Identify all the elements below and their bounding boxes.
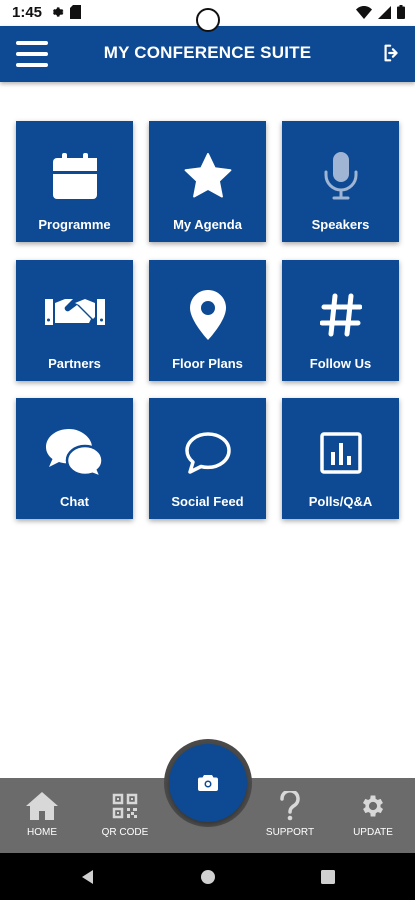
app-bar: MY CONFERENCE SUITE (0, 26, 415, 82)
poll-chart-icon (282, 428, 399, 478)
tile-label: Programme (38, 217, 111, 232)
home-circle-icon[interactable] (198, 867, 218, 887)
speech-bubble-icon (149, 428, 266, 478)
menu-line-icon (16, 41, 48, 45)
nav-label: SUPPORT (265, 827, 315, 838)
nav-label: QR CODE (101, 827, 149, 838)
settings-status-icon (52, 7, 64, 17)
tile-programme[interactable]: Programme (16, 121, 133, 242)
tile-floor-plans[interactable]: Floor Plans (149, 260, 266, 381)
nav-support[interactable]: SUPPORT (255, 778, 325, 853)
app-screen: 1:45 MY CONFERENCE SUITE Programme My Ag… (0, 0, 415, 900)
camera-icon (198, 775, 218, 791)
tile-label: My Agenda (173, 217, 242, 232)
nav-qr-code[interactable]: QR CODE (90, 778, 160, 853)
back-triangle-icon[interactable] (78, 867, 98, 887)
front-camera (196, 8, 220, 32)
menu-line-icon (16, 63, 48, 67)
tile-label: Polls/Q&A (308, 494, 373, 509)
tile-label: Partners (48, 356, 101, 371)
handshake-icon (16, 290, 133, 340)
nav-label: HOME (27, 827, 57, 838)
recents-square-icon[interactable] (318, 867, 338, 887)
qr-code-icon (90, 790, 160, 822)
calendar-icon (16, 151, 133, 201)
status-bar: 1:45 (0, 0, 415, 32)
nav-home[interactable]: HOME (7, 778, 77, 853)
sim-card-status-icon (70, 5, 81, 19)
home-icon (7, 790, 77, 822)
hamburger-menu-button[interactable] (16, 39, 48, 69)
map-pin-icon (149, 290, 266, 340)
tile-label: Follow Us (309, 356, 372, 371)
star-icon (149, 151, 266, 201)
status-time: 1:45 (12, 4, 43, 21)
nav-update[interactable]: UPDATE (338, 778, 408, 853)
tile-speakers[interactable]: Speakers (282, 121, 399, 242)
tile-my-agenda[interactable]: My Agenda (149, 121, 266, 242)
logout-icon[interactable] (381, 42, 403, 64)
tile-partners[interactable]: Partners (16, 260, 133, 381)
system-navigation-bar (0, 853, 415, 900)
gear-icon (338, 790, 408, 822)
status-icons-right (356, 5, 405, 19)
hashtag-icon (282, 290, 399, 340)
wifi-icon (356, 5, 372, 19)
status-icons-left (50, 5, 81, 19)
tile-social-feed[interactable]: Social Feed (149, 398, 266, 519)
nav-label: UPDATE (353, 827, 393, 838)
battery-icon (397, 5, 405, 19)
question-mark-icon (255, 790, 325, 822)
menu-line-icon (16, 52, 48, 56)
tile-label: Speakers (311, 217, 370, 232)
signal-icon (378, 5, 391, 19)
tile-label: Floor Plans (172, 356, 243, 371)
tile-label: Social Feed (171, 494, 244, 509)
tile-label: Chat (60, 494, 89, 509)
camera-fab-button[interactable] (169, 744, 247, 822)
microphone-icon (282, 151, 399, 201)
tile-polls-qa[interactable]: Polls/Q&A (282, 398, 399, 519)
tile-chat[interactable]: Chat (16, 398, 133, 519)
tile-follow-us[interactable]: Follow Us (282, 260, 399, 381)
chat-bubbles-icon (16, 428, 133, 478)
page-title: MY CONFERENCE SUITE (103, 43, 312, 62)
